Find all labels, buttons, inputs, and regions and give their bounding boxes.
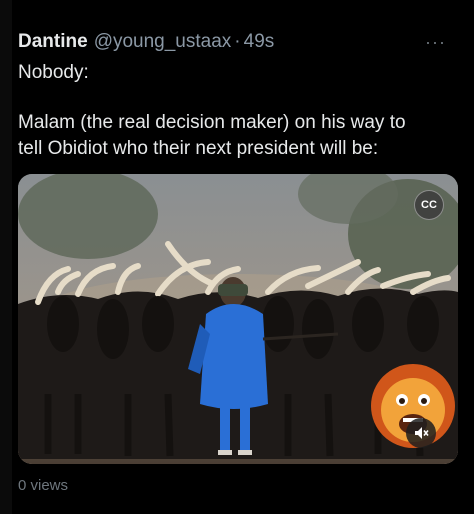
captions-button[interactable]: CC <box>414 190 444 220</box>
more-dots-icon[interactable]: ··· <box>425 28 446 56</box>
tweet-text-line-1: Nobody: <box>18 62 89 83</box>
user-handle[interactable]: @young_ustaax <box>94 28 232 56</box>
view-count: 0 views <box>18 477 69 494</box>
timestamp[interactable]: 49s <box>244 28 275 56</box>
speaker-muted-icon[interactable] <box>406 418 436 448</box>
tweet-text-line-3: tell Obidiot who their next president wi… <box>18 138 379 159</box>
display-name[interactable]: Dantine <box>18 28 88 56</box>
video-frame <box>18 174 458 464</box>
left-edge <box>0 0 12 514</box>
tweet: Dantine @young_ustaax · 49s ··· Nobody: … <box>18 28 464 162</box>
tweet-header: Dantine @young_ustaax · 49s <box>18 28 464 56</box>
header-separator: · <box>234 31 241 52</box>
tweet-text-line-2: Malam (the real decision maker) on his w… <box>18 112 406 133</box>
video-player[interactable]: CC <box>18 174 458 464</box>
